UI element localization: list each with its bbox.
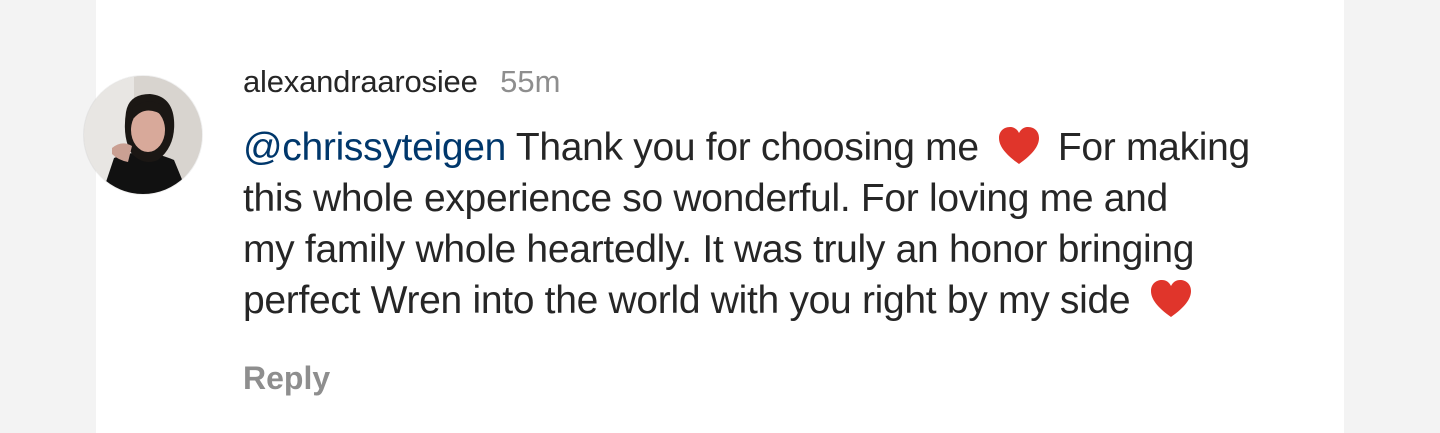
comment-text-line-1-end: For making bbox=[1057, 126, 1250, 169]
comment-line-2: this whole experience so wonderful. For … bbox=[243, 177, 1168, 220]
comment-text: @chrissyteigen Thank you for choosing me… bbox=[243, 122, 1403, 326]
reply-button[interactable]: Reply bbox=[243, 356, 330, 400]
comment-timestamp: 55m bbox=[500, 64, 561, 99]
avatar[interactable] bbox=[84, 76, 202, 194]
mention-link[interactable]: @chrissyteigen bbox=[243, 126, 506, 169]
comment-screen: alexandraarosiee 55m @chrissyteigen Than… bbox=[0, 0, 1440, 433]
comment-line-3: my family whole heartedly. It was truly … bbox=[243, 228, 1195, 271]
comment-body: alexandraarosiee 55m @chrissyteigen Than… bbox=[243, 60, 1403, 326]
comment-line-4: perfect Wren into the world with you rig… bbox=[243, 275, 1403, 326]
username-link[interactable]: alexandraarosiee bbox=[243, 64, 478, 99]
comment-meta: alexandraarosiee 55m bbox=[243, 60, 1403, 104]
left-margin bbox=[0, 0, 96, 433]
comment-text-line-1: Thank you for choosing me bbox=[515, 126, 979, 169]
comment-text-line-4: perfect Wren into the world with you rig… bbox=[243, 279, 1131, 322]
avatar-photo-icon bbox=[84, 76, 202, 194]
comment-line-1: @chrissyteigen Thank you for choosing me… bbox=[243, 122, 1403, 173]
red-heart-icon bbox=[1149, 279, 1193, 319]
red-heart-icon bbox=[997, 126, 1041, 166]
